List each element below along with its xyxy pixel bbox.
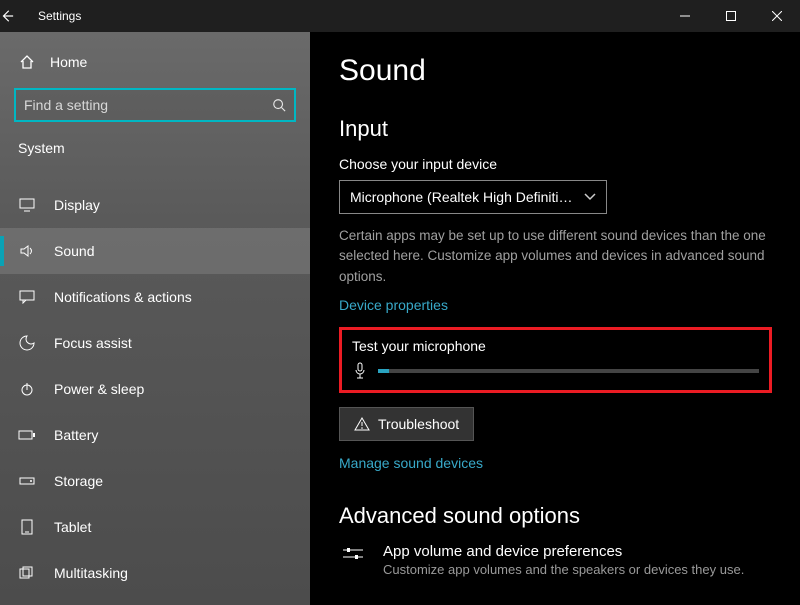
back-button[interactable] (0, 9, 32, 23)
home-icon (18, 54, 36, 70)
home-label: Home (50, 54, 87, 70)
mic-level-fill (378, 369, 389, 373)
sidebar-item-focus-assist[interactable]: Focus assist (0, 320, 310, 366)
sidebar-item-battery[interactable]: Battery (0, 412, 310, 458)
sidebar-item-power-sleep[interactable]: Power & sleep (0, 366, 310, 412)
sidebar-item-label: Sound (54, 243, 94, 259)
sidebar-item-label: Notifications & actions (54, 289, 192, 305)
window-controls (662, 0, 800, 32)
sidebar-item-label: Display (54, 197, 100, 213)
multitasking-icon (18, 566, 36, 580)
sidebar-item-sound[interactable]: Sound (0, 228, 310, 274)
troubleshoot-button[interactable]: Troubleshoot (339, 407, 474, 441)
app-volume-title: App volume and device preferences (383, 543, 744, 560)
sidebar-item-label: Focus assist (54, 335, 132, 351)
focus-assist-icon (18, 335, 36, 351)
storage-icon (18, 475, 36, 487)
sidebar-item-label: Storage (54, 473, 103, 489)
maximize-icon (726, 11, 736, 21)
titlebar: Settings (0, 0, 800, 32)
sidebar-item-label: Tablet (54, 519, 91, 535)
home-nav[interactable]: Home (14, 42, 296, 82)
search-input[interactable] (24, 97, 272, 113)
search-box[interactable] (14, 88, 296, 122)
battery-icon (18, 429, 36, 441)
advanced-heading: Advanced sound options (339, 503, 772, 529)
search-icon (272, 98, 286, 112)
sound-icon (18, 244, 36, 258)
troubleshoot-label: Troubleshoot (378, 416, 459, 432)
page-title: Sound (339, 54, 772, 88)
content-area: Sound Input Choose your input device Mic… (311, 32, 800, 605)
mic-level-meter (378, 369, 759, 373)
device-properties-link[interactable]: Device properties (339, 297, 448, 313)
sidebar: Home System Display (0, 32, 311, 605)
notifications-icon (18, 290, 36, 304)
sidebar-item-label: Battery (54, 427, 98, 443)
settings-window: Settings Home (0, 0, 800, 605)
test-microphone-section: Test your microphone (339, 327, 772, 393)
microphone-icon (352, 362, 368, 380)
manage-sound-devices-link[interactable]: Manage sound devices (339, 455, 483, 471)
selected-device-text: Microphone (Realtek High Definiti… (350, 189, 573, 205)
sidebar-nav: Display Sound Notifications & actions Fo… (0, 182, 310, 596)
maximize-button[interactable] (708, 0, 754, 32)
window-title: Settings (32, 9, 81, 23)
sidebar-item-display[interactable]: Display (0, 182, 310, 228)
sidebar-item-label: Power & sleep (54, 381, 144, 397)
sidebar-item-tablet[interactable]: Tablet (0, 504, 310, 550)
back-arrow-icon (0, 9, 14, 23)
app-volume-row[interactable]: App volume and device preferences Custom… (339, 543, 772, 577)
warning-icon (354, 417, 370, 431)
sidebar-item-label: Multitasking (54, 565, 128, 581)
close-button[interactable] (754, 0, 800, 32)
chevron-down-icon (584, 193, 596, 201)
sidebar-group-title: System (14, 140, 296, 156)
sidebar-item-storage[interactable]: Storage (0, 458, 310, 504)
window-body: Home System Display (0, 32, 800, 605)
sidebar-item-notifications[interactable]: Notifications & actions (0, 274, 310, 320)
app-volume-desc: Customize app volumes and the speakers o… (383, 562, 744, 577)
close-icon (772, 11, 782, 21)
minimize-button[interactable] (662, 0, 708, 32)
power-icon (18, 381, 36, 397)
minimize-icon (680, 11, 690, 21)
input-note: Certain apps may be set up to use differ… (339, 226, 772, 287)
sidebar-item-multitasking[interactable]: Multitasking (0, 550, 310, 596)
display-icon (18, 198, 36, 212)
sliders-icon (339, 543, 367, 565)
mic-meter-row (352, 362, 759, 380)
input-device-dropdown[interactable]: Microphone (Realtek High Definiti… (339, 180, 607, 214)
tablet-icon (18, 519, 36, 535)
test-mic-label: Test your microphone (352, 338, 759, 354)
choose-input-label: Choose your input device (339, 156, 772, 172)
input-heading: Input (339, 116, 772, 142)
